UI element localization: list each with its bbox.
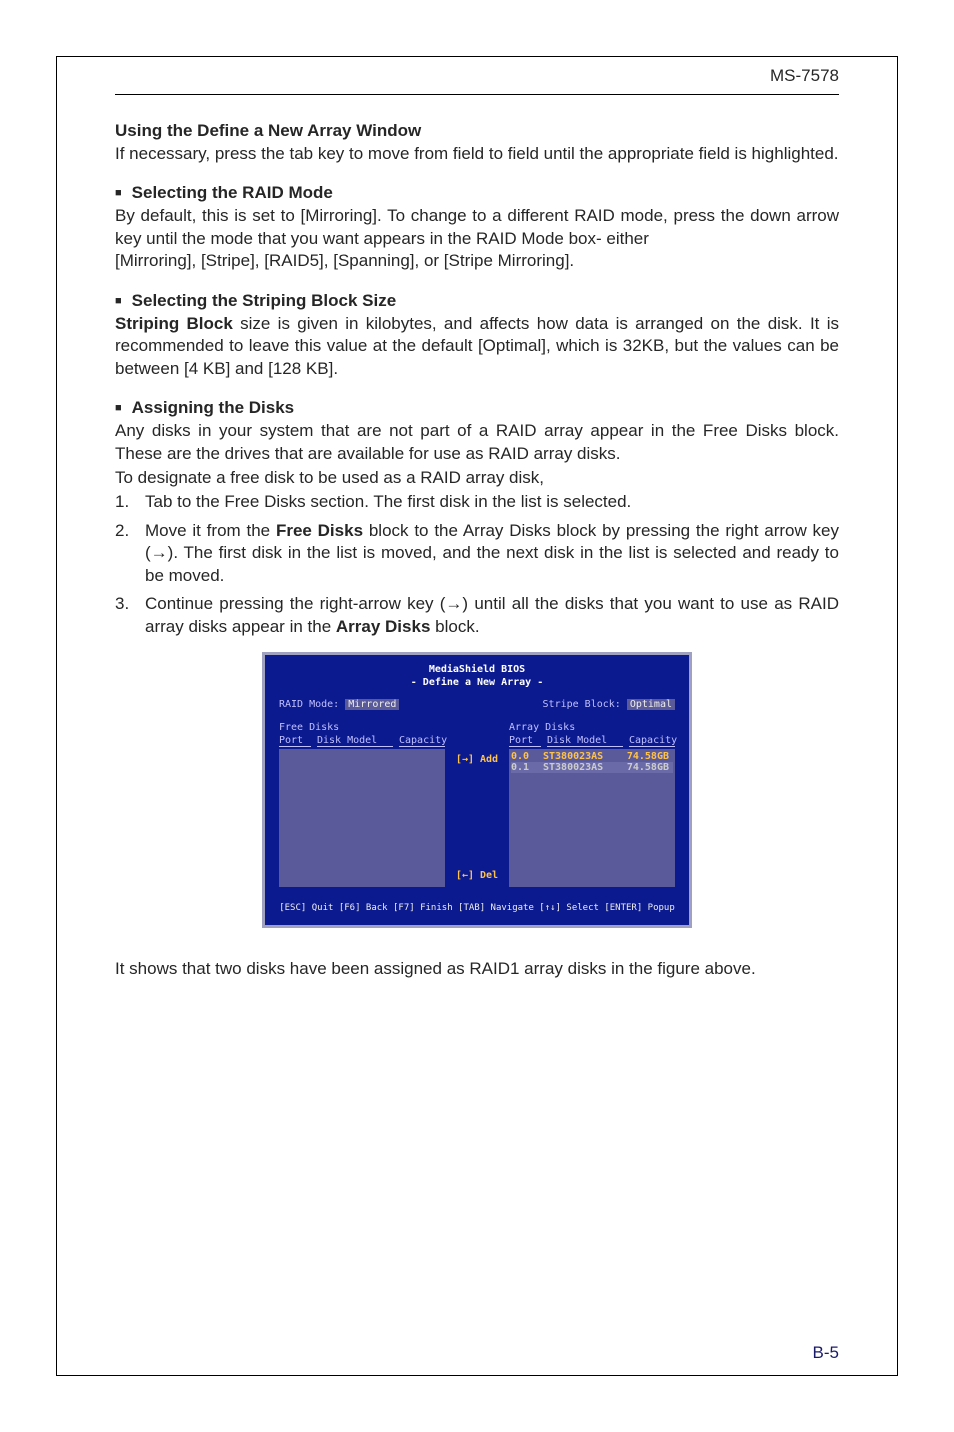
bios-free-header: Port Disk Model Capacity [279,735,445,747]
section4-title: Assigning the Disks [115,398,839,418]
section3-body: Striping Block size is given in kilobyte… [115,313,839,380]
section4-body-b: To designate a free disk to be used as a… [115,467,839,489]
step-3: 3.Continue pressing the right-arrow key … [115,593,839,638]
bios-raid-mode-value: Mirrored [345,699,399,710]
bios-array-row: 0.0 ST380023AS 74.58GB [511,751,673,762]
step-2: 2.Move it from the Free Disks block to t… [115,520,839,587]
section4-body-a: Any disks in your system that are not pa… [115,420,839,465]
section2-body-a: By default, this is set to [Mirroring]. … [115,205,839,250]
bios-del-action: [←] Del [456,870,498,881]
steps-list: 1.Tab to the Free Disks section. The fir… [115,491,839,638]
bios-stripe-label: Stripe Block: [543,699,621,710]
header-model: MS-7578 [115,66,839,86]
step-1: 1.Tab to the Free Disks section. The fir… [115,491,839,513]
section1-body: If necessary, press the tab key to move … [115,143,839,165]
step-1-text: Tab to the Free Disks section. The first… [145,491,839,513]
step-3-text: Continue pressing the right-arrow key (→… [145,593,839,638]
section3-lead: Striping Block [115,314,233,333]
section2-title: Selecting the RAID Mode [115,183,839,203]
bios-array-box: 0.0 ST380023AS 74.58GB 0.1 ST380023AS 74… [509,749,675,887]
section2-body-b: [Mirroring], [Stripe], [RAID5], [Spannin… [115,250,839,272]
step-2-text: Move it from the Free Disks block to the… [145,520,839,587]
bios-stripe-value: Optimal [627,699,675,710]
section1-title: Using the Define a New Array Window [115,121,839,141]
divider [115,94,839,95]
bios-free-disks-title: Free Disks [279,722,445,733]
bios-raid-mode-label: RAID Mode: [279,699,339,710]
bios-array-row: 0.1 ST380023AS 74.58GB [511,762,673,773]
step-num: 1. [115,491,145,513]
bios-screenshot: MediaShield BIOS - Define a New Array - … [262,652,692,928]
bios-title-2: - Define a New Array - [279,676,675,689]
bios-free-box [279,749,445,887]
bios-title-1: MediaShield BIOS [279,663,675,676]
step-num: 3. [115,593,145,638]
bios-array-header: Port Disk Model Capacity [509,735,675,747]
bios-add-action: [→] Add [456,754,498,765]
section3-title: Selecting the Striping Block Size [115,291,839,311]
closing-text: It shows that two disks have been assign… [115,958,839,980]
bios-footer: [ESC] Quit [F6] Back [F7] Finish [TAB] N… [279,903,675,913]
page-number: B-5 [813,1343,839,1363]
step-num: 2. [115,520,145,587]
bios-array-disks-title: Array Disks [509,722,675,733]
